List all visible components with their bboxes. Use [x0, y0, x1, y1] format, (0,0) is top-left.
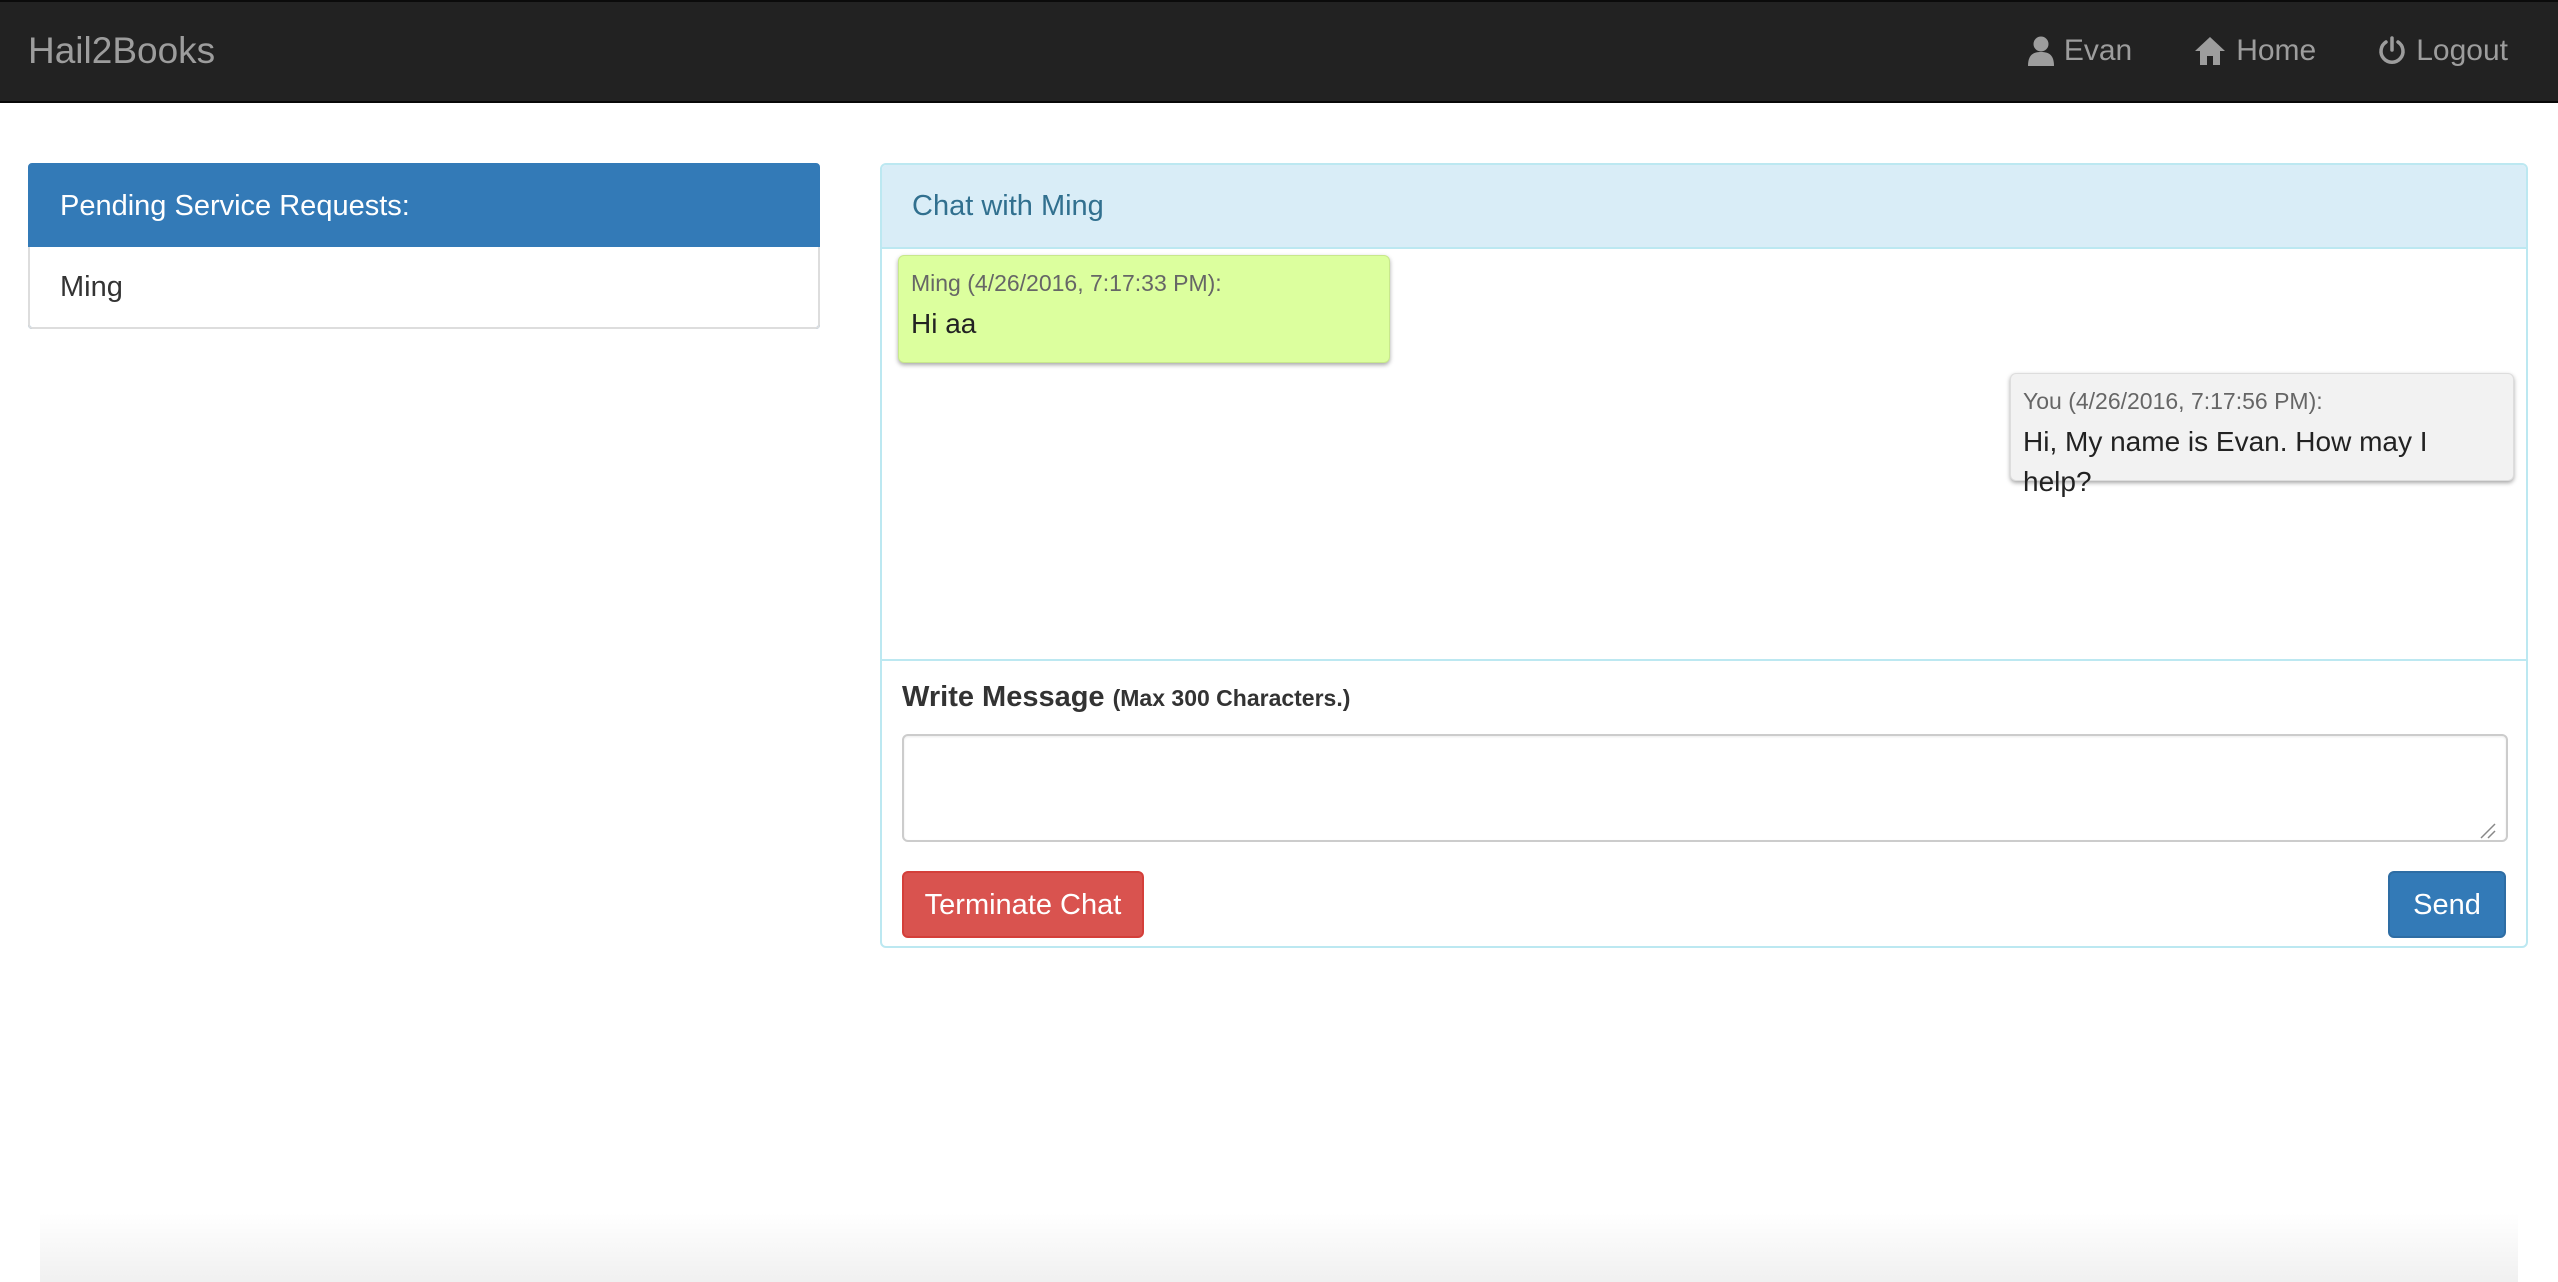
- chat-panel: Chat with Ming Ming (4/26/2016, 7:17:33 …: [880, 163, 2528, 948]
- nav-user-label: Evan: [2063, 34, 2133, 67]
- message-meta: You (4/26/2016, 7:17:56 PM):: [2023, 388, 2323, 414]
- pending-requests-heading: Pending Service Requests:: [30, 165, 818, 247]
- compose-label: Write Message (Max 300 Characters.): [902, 677, 2506, 718]
- nav-user-link[interactable]: Evan: [2027, 31, 2133, 71]
- message-text: Hi, My name is Evan. How may I help?: [2023, 426, 2428, 497]
- terminate-chat-button[interactable]: Terminate Chat: [902, 871, 1144, 938]
- nav-logout-link[interactable]: Logout: [2378, 31, 2508, 71]
- message-text: Hi aa: [911, 308, 977, 339]
- pending-request-item[interactable]: Ming: [30, 247, 818, 327]
- brand-link[interactable]: Hail2Books: [28, 29, 215, 73]
- user-icon: [2027, 36, 2054, 66]
- pending-requests-list: Ming: [28, 247, 820, 329]
- message-meta: Ming (4/26/2016, 7:17:33 PM):: [911, 270, 1222, 296]
- outgoing-message: You (4/26/2016, 7:17:56 PM): Hi, My name…: [2010, 373, 2514, 497]
- nav-right: Evan Home Logout: [2027, 31, 2508, 71]
- compose-area: Write Message (Max 300 Characters.) Term…: [882, 661, 2526, 938]
- chat-messages-area[interactable]: Ming (4/26/2016, 7:17:33 PM): Hi aa You …: [882, 249, 2526, 661]
- send-button[interactable]: Send: [2388, 871, 2506, 938]
- nav-home-label: Home: [2236, 34, 2317, 67]
- pending-requests-panel: Pending Service Requests: Ming: [28, 163, 820, 329]
- nav-logout-label: Logout: [2416, 34, 2508, 67]
- nav-home-link[interactable]: Home: [2194, 31, 2316, 71]
- compose-limit-hint: (Max 300 Characters.): [1112, 685, 1351, 711]
- bottom-shadow: [40, 1212, 2518, 1282]
- chat-heading: Chat with Ming: [882, 165, 2526, 249]
- power-icon: [2378, 36, 2406, 66]
- compose-label-text: Write Message: [902, 681, 1105, 713]
- message-input[interactable]: [902, 734, 2508, 842]
- incoming-message: Ming (4/26/2016, 7:17:33 PM): Hi aa: [898, 255, 1390, 363]
- home-icon: [2194, 36, 2226, 66]
- top-navbar: Hail2Books Evan Home Logout: [0, 0, 2558, 103]
